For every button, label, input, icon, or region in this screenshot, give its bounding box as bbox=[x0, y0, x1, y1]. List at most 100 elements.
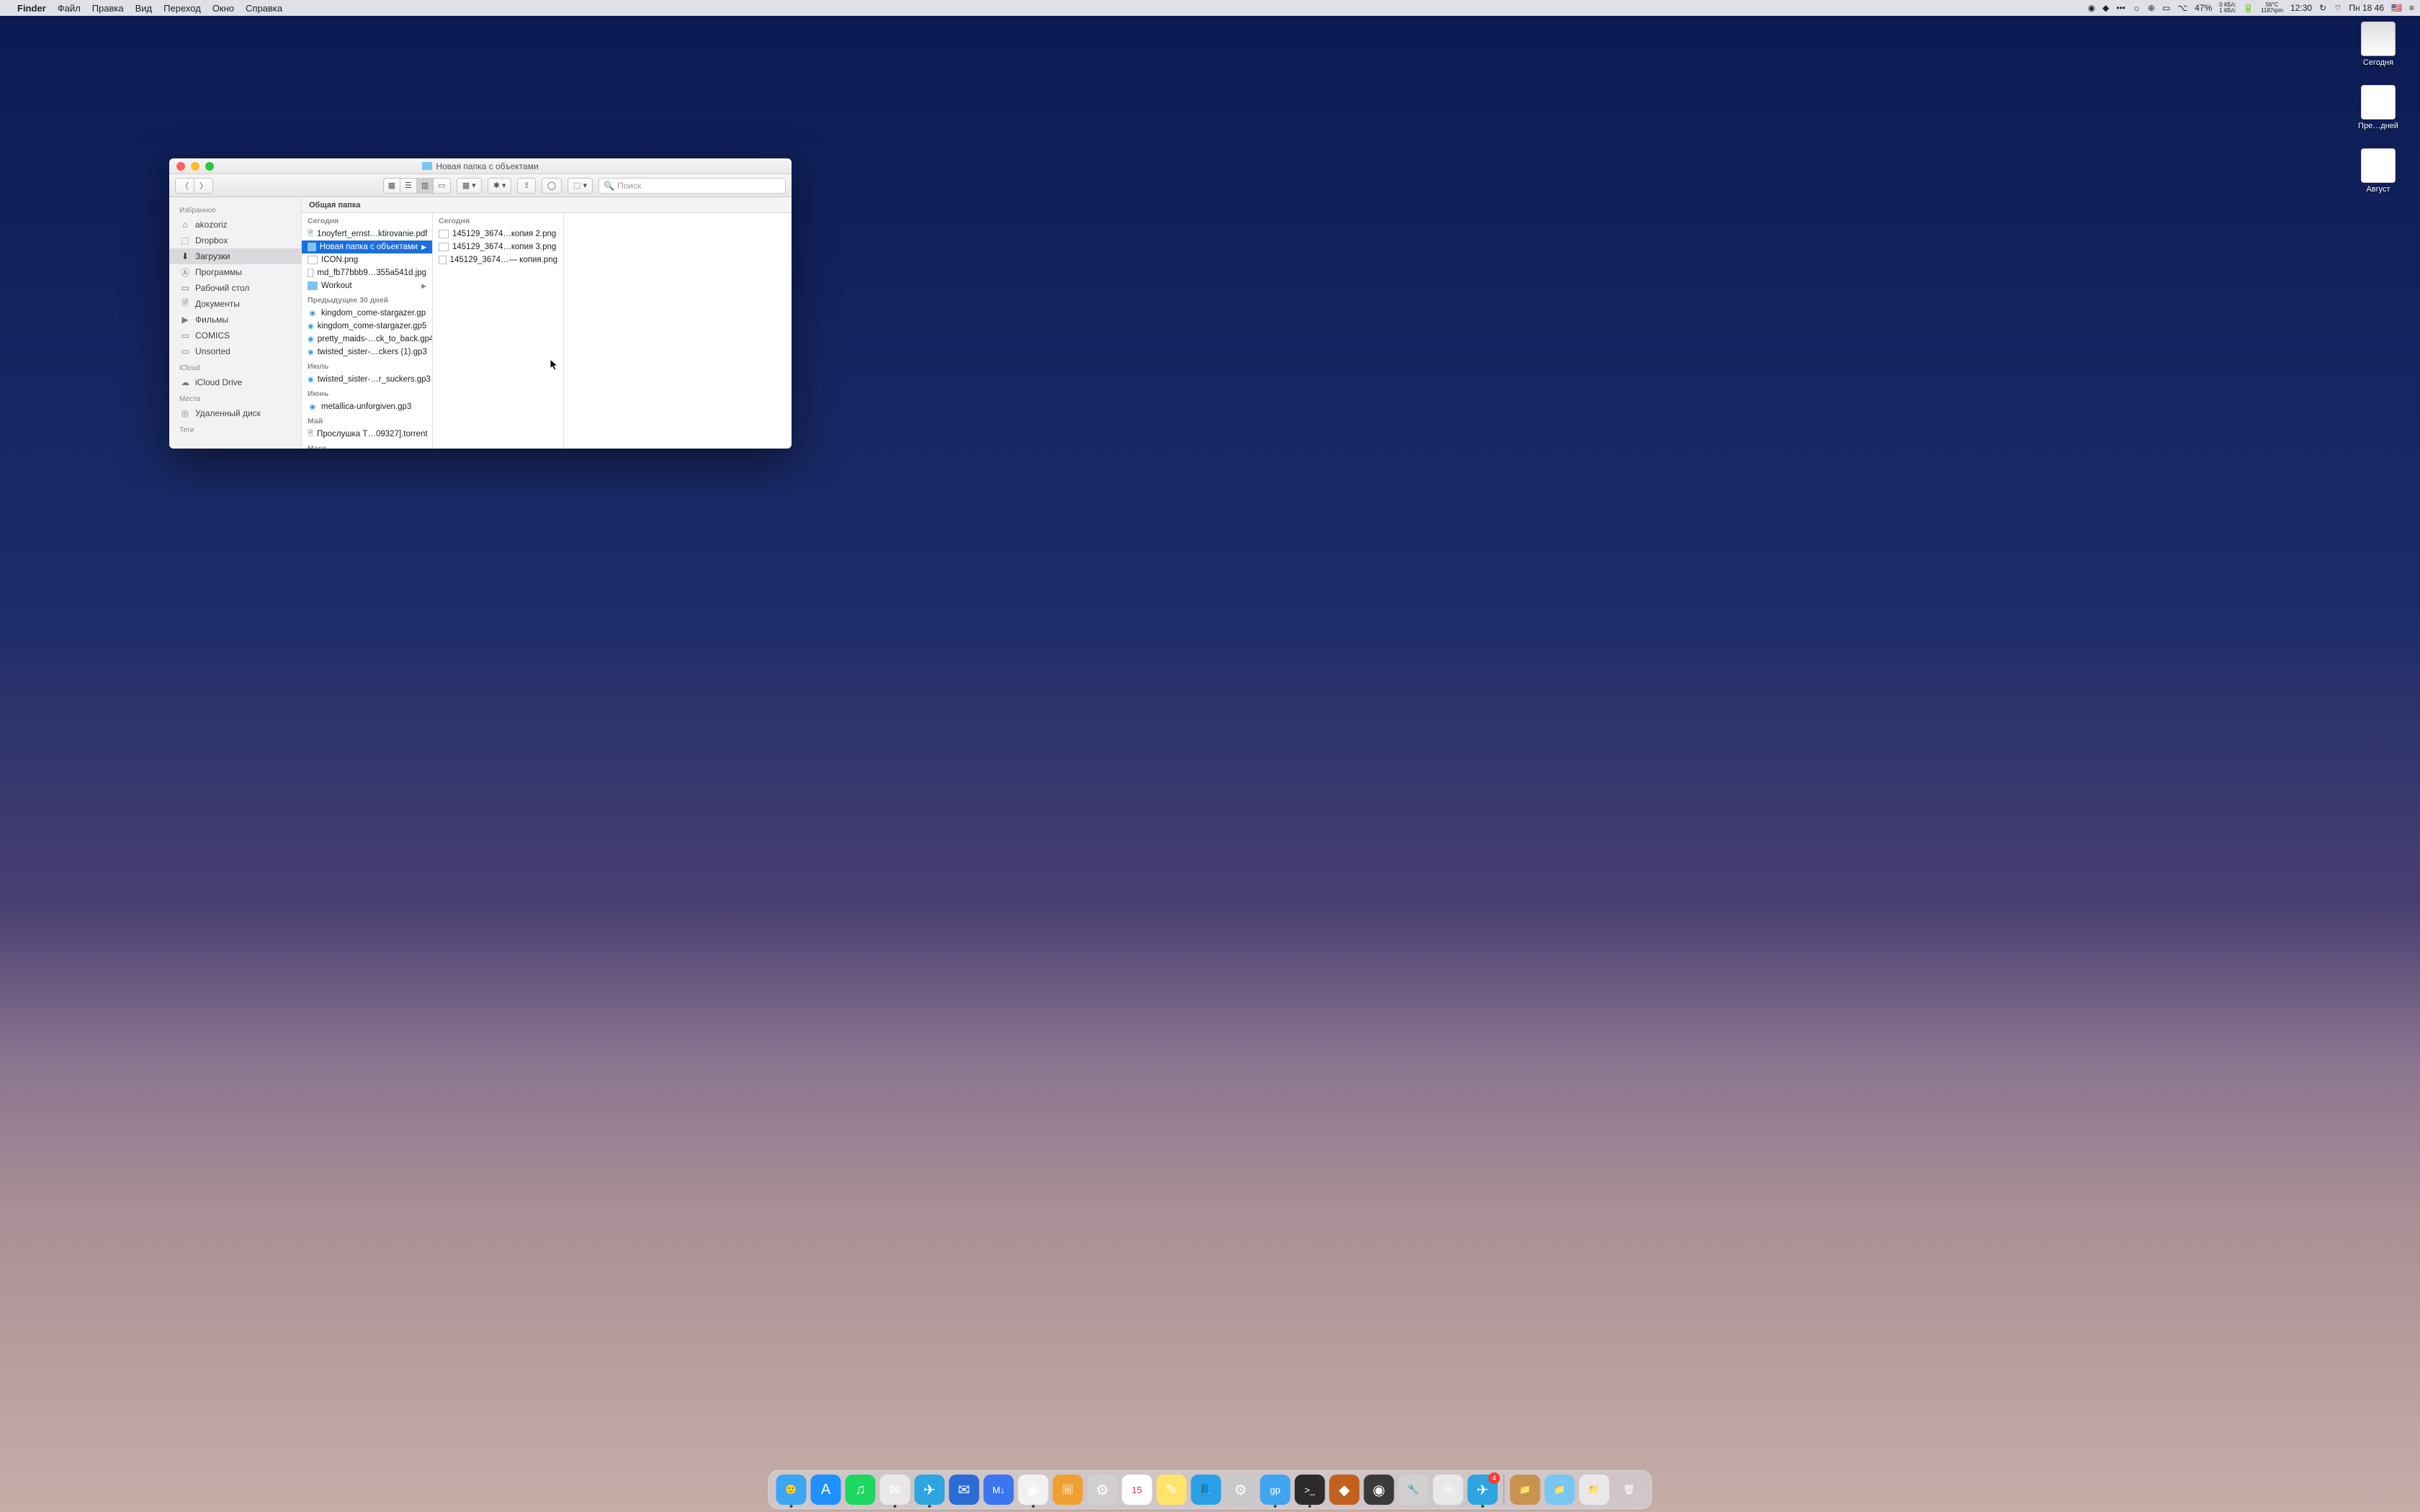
dock-app-pages[interactable]: 📘 bbox=[1191, 1475, 1222, 1505]
desktop-file[interactable]: Пре…дней bbox=[2349, 85, 2407, 130]
dock-app-trash[interactable]: 🗑 bbox=[1614, 1475, 1644, 1505]
dock-app-guitarpro[interactable]: gp bbox=[1260, 1475, 1291, 1505]
menu-window[interactable]: Окно bbox=[212, 3, 234, 14]
dock-app-mail[interactable]: ✉ bbox=[880, 1475, 910, 1505]
menu-help[interactable]: Справка bbox=[246, 3, 282, 14]
display-icon[interactable]: ▭ bbox=[2162, 3, 2170, 13]
file-row[interactable]: ICON.png bbox=[302, 253, 432, 266]
dropbox-button[interactable]: ⬚ ▾ bbox=[568, 178, 593, 194]
dock-app-photos[interactable]: 🖼 bbox=[1433, 1475, 1464, 1505]
share-button[interactable]: ⇪ bbox=[517, 178, 535, 194]
notification-center-icon[interactable]: ≡ bbox=[2409, 3, 2414, 13]
dock-app-preview[interactable]: 🖼 bbox=[1053, 1475, 1083, 1505]
app-glyph: 🖼 bbox=[1442, 1484, 1454, 1495]
sidebar-item[interactable]: ⬚Dropbox bbox=[169, 233, 301, 248]
dock-app-calendar[interactable]: 15 bbox=[1122, 1475, 1152, 1505]
menu-file[interactable]: Файл bbox=[58, 3, 81, 14]
window-maximize-button[interactable] bbox=[205, 162, 214, 171]
net-speed[interactable]: 0 КБ/с 1 КБ/с bbox=[2219, 2, 2236, 14]
battery-icon[interactable]: 🔋 bbox=[2243, 3, 2254, 13]
dock-app-thunderbird[interactable]: ✉ bbox=[949, 1475, 980, 1505]
dock-app-folder1[interactable]: 📁 bbox=[1510, 1475, 1541, 1505]
file-row[interactable]: ◉kingdom_come-stargazer.gp bbox=[302, 307, 432, 320]
app-glyph: gp bbox=[1270, 1485, 1280, 1495]
input-source-icon[interactable]: 🇺🇸 bbox=[2391, 3, 2402, 13]
sidebar-item[interactable]: ⌂akozoriz bbox=[169, 217, 301, 233]
arrange-button[interactable]: ▦ ▾ bbox=[457, 178, 482, 194]
file-row[interactable]: 145129_3674…— копия.png bbox=[433, 253, 563, 266]
dock-app-notes[interactable]: ✎ bbox=[1157, 1475, 1187, 1505]
titlebar[interactable]: Новая папка с объектами bbox=[169, 158, 792, 174]
search-input[interactable]: 🔍 Поиск bbox=[599, 178, 786, 194]
sidebar-item[interactable]: ⬇Загрузки bbox=[169, 248, 301, 264]
dock-app-telegram2[interactable]: ✈4 bbox=[1468, 1475, 1498, 1505]
dock-app-folder3[interactable]: 📁 bbox=[1579, 1475, 1610, 1505]
sidebar-item[interactable]: ☁iCloud Drive bbox=[169, 374, 301, 390]
sidebar-item[interactable]: ▭Рабочий стол bbox=[169, 280, 301, 296]
temp-rpm[interactable]: 56°C 1187rpm bbox=[2261, 2, 2283, 14]
file-row[interactable]: ◉twisted_sister-…r_suckers.gp3 bbox=[302, 373, 432, 386]
status-icon[interactable]: ••• bbox=[2116, 3, 2125, 13]
icon-view-button[interactable]: ▦ bbox=[383, 178, 400, 194]
file-row[interactable]: 🗎1noyfert_ernst…ktirovanie.pdf bbox=[302, 228, 432, 240]
time-machine-icon[interactable]: ↻ bbox=[2319, 3, 2326, 13]
file-name: Прослушка T…09327].torrent bbox=[317, 430, 428, 438]
dock-app-appstore[interactable]: A bbox=[811, 1475, 841, 1505]
dock-app-obs[interactable]: ◉ bbox=[1364, 1475, 1394, 1505]
file-row[interactable]: ◉twisted_sister-…ckers (1).gp3 bbox=[302, 346, 432, 359]
tags-button[interactable]: ◯ bbox=[542, 178, 562, 194]
window-minimize-button[interactable] bbox=[191, 162, 200, 171]
file-row[interactable]: 145129_3674…копия 3.png bbox=[433, 240, 563, 253]
dock-app-terminal[interactable]: >_ bbox=[1295, 1475, 1325, 1505]
menu-go[interactable]: Переход bbox=[163, 3, 201, 14]
sidebar-item[interactable]: ▭Unsorted bbox=[169, 343, 301, 359]
brightness-icon[interactable]: ☼ bbox=[2133, 3, 2141, 13]
app-glyph: ⚙ bbox=[1234, 1481, 1247, 1499]
dock-app-chrome[interactable]: ◉ bbox=[1018, 1475, 1049, 1505]
menu-view[interactable]: Вид bbox=[135, 3, 153, 14]
sidebar-item[interactable]: ⒶПрограммы bbox=[169, 264, 301, 280]
dock-app-tool[interactable]: 🔧 bbox=[1399, 1475, 1429, 1505]
dock-app-settings[interactable]: ⚙ bbox=[1088, 1475, 1118, 1505]
battery-percent[interactable]: 47% bbox=[2195, 3, 2212, 13]
sidebar-item[interactable]: ◎Удаленный диск bbox=[169, 405, 301, 421]
status-icon[interactable]: ◆ bbox=[2102, 3, 2109, 13]
file-row[interactable]: ◉metallica-unforgiven.gp3 bbox=[302, 400, 432, 413]
bluetooth-icon[interactable]: ⌥ bbox=[2177, 3, 2187, 13]
list-view-button[interactable]: ☰ bbox=[400, 178, 416, 194]
menu-edit[interactable]: Правка bbox=[92, 3, 124, 14]
app-menu[interactable]: Finder bbox=[17, 3, 46, 14]
dock-app-finder[interactable]: 🙂 bbox=[776, 1475, 807, 1505]
gallery-view-button[interactable]: ▭ bbox=[433, 178, 450, 194]
file-row[interactable]: 🗎Прослушка T…09327].torrent bbox=[302, 428, 432, 441]
dock-app-folder2[interactable]: 📁 bbox=[1545, 1475, 1575, 1505]
dock-app-spotify[interactable]: ♫ bbox=[846, 1475, 876, 1505]
back-button[interactable]: 〈 bbox=[175, 178, 194, 194]
file-row[interactable]: 145129_3674…копия 2.png bbox=[433, 228, 563, 240]
forward-button[interactable]: 〉 bbox=[194, 178, 213, 194]
clock-text[interactable]: Пн 18 46 bbox=[2349, 3, 2384, 13]
sidebar-item[interactable]: ▶Фильмы bbox=[169, 312, 301, 328]
column-view-button[interactable]: ▥ bbox=[416, 178, 433, 194]
dock-app-macdown[interactable]: M↓ bbox=[984, 1475, 1014, 1505]
action-button[interactable]: ✱ ▾ bbox=[488, 178, 512, 194]
clock-analog[interactable]: 12:30 bbox=[2290, 3, 2312, 13]
file-name: ICON.png bbox=[321, 256, 358, 264]
file-row[interactable]: ◉pretty_maids-…ck_to_back.gp4 bbox=[302, 333, 432, 346]
wifi-icon[interactable]: ⌔ bbox=[2334, 3, 2341, 14]
file-row[interactable]: Workout▶ bbox=[302, 279, 432, 292]
desktop-file[interactable]: Сегодня bbox=[2349, 22, 2407, 67]
dock-app-systemprefs[interactable]: ⚙ bbox=[1226, 1475, 1256, 1505]
desktop-file[interactable]: Август bbox=[2349, 148, 2407, 194]
status-icon[interactable]: ◉ bbox=[2088, 3, 2095, 13]
window-close-button[interactable] bbox=[176, 162, 185, 171]
file-row[interactable]: ◉kingdom_come-stargazer.gp5 bbox=[302, 320, 432, 333]
sidebar-item[interactable]: ▭COMICS bbox=[169, 328, 301, 343]
file-row[interactable]: Новая папка с объектами▶ bbox=[302, 240, 432, 253]
dock-app-fuel[interactable]: ◆ bbox=[1330, 1475, 1360, 1505]
sidebar-item[interactable]: 🗎Документы bbox=[169, 296, 301, 312]
file-row[interactable]: md_fb77bbb9…355a541d.jpg bbox=[302, 266, 432, 279]
dock-app-telegram[interactable]: ✈ bbox=[915, 1475, 945, 1505]
path-bar[interactable]: Общая папка bbox=[302, 197, 792, 213]
network-icon[interactable]: ⊕ bbox=[2148, 3, 2155, 13]
